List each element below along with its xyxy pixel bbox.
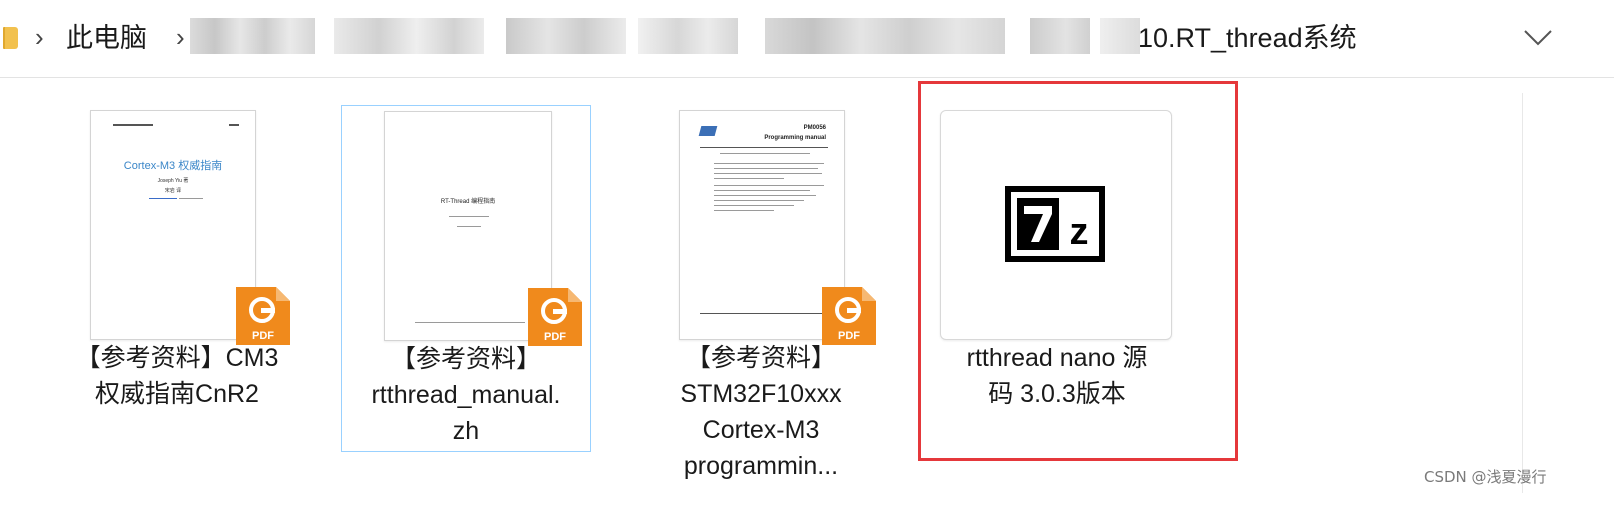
address-history-dropdown[interactable] bbox=[1518, 20, 1558, 56]
pdf-file-icon: PDF bbox=[822, 287, 876, 345]
pdf-thumbnail: RT-Thread 编程指南 bbox=[384, 111, 552, 341]
file-item[interactable]: RT-Thread 编程指南 PDF 【参考资料】 rtthread_manua… bbox=[341, 105, 591, 452]
archive-thumbnail: z bbox=[940, 110, 1172, 340]
thumb-translator: 宋岩 译 bbox=[164, 188, 182, 194]
redacted-path-segment bbox=[1030, 18, 1090, 54]
file-name[interactable]: 【参考资料】 rtthread_manual. zh bbox=[342, 341, 590, 449]
file-grid: Cortex-M3 权威指南 Joseph Yiu 著 宋岩 译 PDF 【参考… bbox=[0, 79, 1614, 510]
redacted-path-segment bbox=[638, 18, 738, 54]
folder-icon bbox=[3, 27, 18, 49]
chevron-right-icon[interactable]: › bbox=[35, 22, 44, 52]
pdf-thumbnail: PM0056 Programming manual bbox=[679, 110, 845, 340]
redacted-path-segment bbox=[765, 18, 1005, 54]
file-name[interactable]: 【参考资料】CM3 权威指南CnR2 bbox=[52, 340, 302, 412]
file-item[interactable]: Cortex-M3 权威指南 Joseph Yiu 著 宋岩 译 PDF 【参考… bbox=[52, 105, 302, 452]
redacted-path-segment bbox=[1100, 18, 1140, 54]
chevron-down-icon bbox=[1524, 30, 1552, 46]
scroll-divider bbox=[1522, 93, 1523, 493]
thumb-title: RT-Thread 编程指南 bbox=[440, 199, 496, 205]
pdf-file-icon: PDF bbox=[236, 287, 290, 345]
thumb-code: PM0056 bbox=[803, 125, 826, 131]
pdf-file-icon: PDF bbox=[528, 288, 582, 346]
breadcrumb-current-folder[interactable]: 10.RT_thread系统 bbox=[1138, 22, 1357, 54]
redacted-path-segment bbox=[334, 18, 484, 54]
redacted-path-segment bbox=[506, 18, 626, 54]
st-logo bbox=[698, 126, 718, 136]
watermark: CSDN @浅夏漫行 bbox=[1424, 468, 1547, 486]
redacted-path-segment bbox=[190, 18, 315, 54]
thumb-author: Joseph Yiu 著 bbox=[157, 178, 189, 184]
svg-text:z: z bbox=[1070, 211, 1089, 253]
file-item[interactable]: z rtthread nano 源 码 3.0.3版本 bbox=[932, 105, 1182, 452]
thumb-title: Cortex-M3 权威指南 bbox=[123, 160, 223, 172]
file-name[interactable]: rtthread nano 源 码 3.0.3版本 bbox=[932, 340, 1182, 412]
breadcrumb-this-pc[interactable]: 此电脑 bbox=[66, 22, 147, 54]
7zip-icon: z bbox=[1005, 186, 1105, 262]
thumb-title: Programming manual bbox=[764, 135, 826, 141]
file-item[interactable]: PM0056 Programming manual PDF 【参考资料】 STM… bbox=[636, 105, 886, 480]
pdf-thumbnail: Cortex-M3 权威指南 Joseph Yiu 著 宋岩 译 bbox=[90, 110, 256, 340]
chevron-right-icon[interactable]: › bbox=[176, 22, 185, 52]
file-name[interactable]: 【参考资料】 STM32F10xxx Cortex-M3 programmin.… bbox=[636, 340, 886, 484]
address-bar[interactable]: › 此电脑 › 10.RT_thread系统 bbox=[0, 0, 1614, 78]
